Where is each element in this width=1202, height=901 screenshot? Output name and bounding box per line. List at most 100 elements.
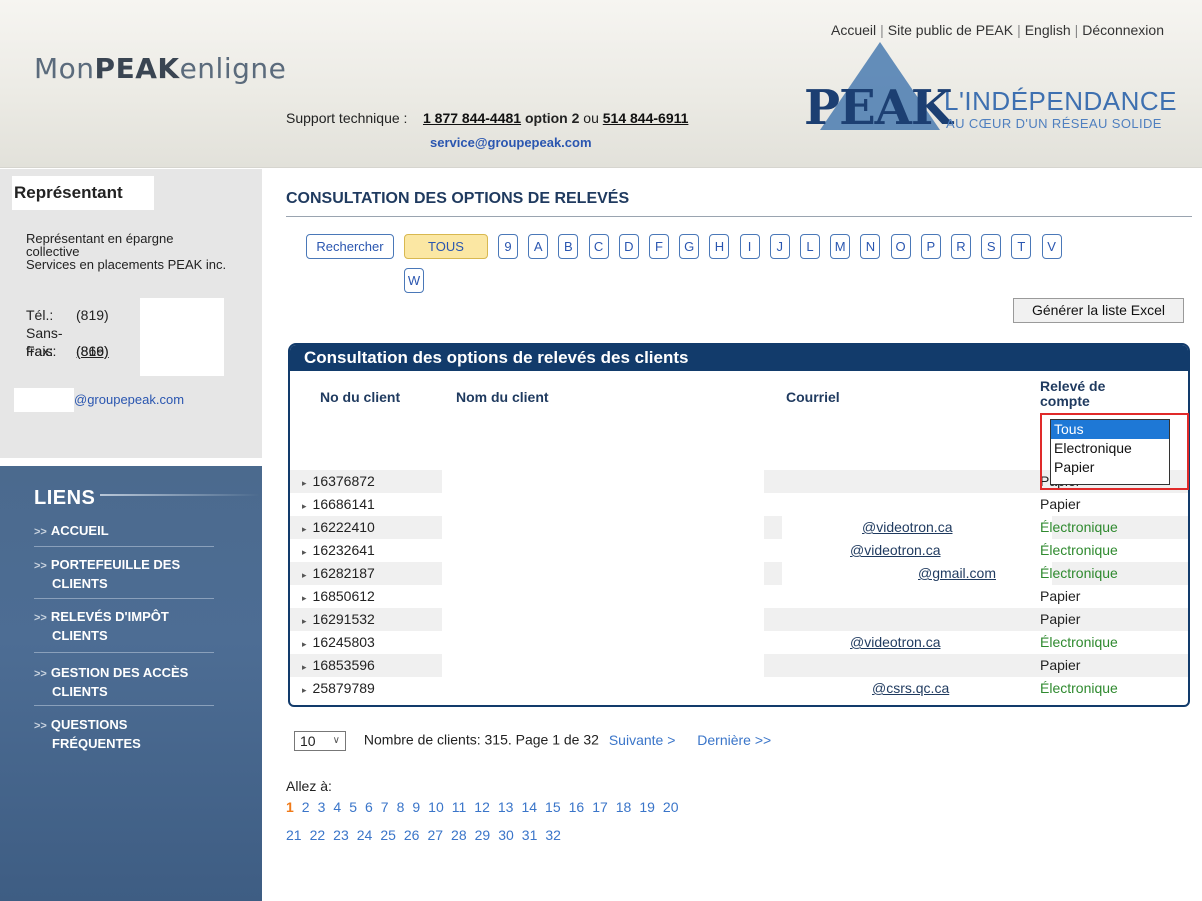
excel-export-button[interactable]: Générer la liste Excel <box>1013 298 1184 323</box>
letter-button-a[interactable]: A <box>528 234 549 259</box>
page-link-30[interactable]: 30 <box>498 827 514 843</box>
letter-button-r[interactable]: R <box>951 234 971 259</box>
nav-releves-impot[interactable]: >> RELEVÉS D'IMPÔT CLIENTS <box>34 608 169 644</box>
client-email-link[interactable]: @videotron.ca <box>862 516 952 539</box>
nav-gestion-acces[interactable]: >> GESTION DES ACCÈS CLIENTS <box>34 664 188 700</box>
client-number[interactable]: ▸ 16376872 <box>302 470 375 495</box>
page-link-9[interactable]: 9 <box>412 799 420 815</box>
expand-icon[interactable]: ▸ <box>302 547 307 557</box>
page-link-28[interactable]: 28 <box>451 827 467 843</box>
page-link-7[interactable]: 7 <box>381 799 389 815</box>
page-link-23[interactable]: 23 <box>333 827 349 843</box>
page-link-18[interactable]: 18 <box>616 799 632 815</box>
page-link-32[interactable]: 32 <box>545 827 561 843</box>
nav-accueil[interactable]: >> ACCUEIL <box>34 522 109 541</box>
letter-button-l[interactable]: L <box>800 234 820 259</box>
page-link-24[interactable]: 24 <box>357 827 373 843</box>
expand-icon[interactable]: ▸ <box>302 524 307 534</box>
client-number[interactable]: ▸ 16222410 <box>302 516 375 541</box>
letter-button-m[interactable]: M <box>830 234 851 259</box>
client-number[interactable]: ▸ 25879789 <box>302 677 375 702</box>
expand-icon[interactable]: ▸ <box>302 616 307 626</box>
letter-button-n[interactable]: N <box>860 234 881 259</box>
nav-questions[interactable]: >> QUESTIONS FRÉQUENTES <box>34 716 141 752</box>
link-deconnexion[interactable]: Déconnexion <box>1082 22 1164 38</box>
page-link-5[interactable]: 5 <box>349 799 357 815</box>
letter-button-9[interactable]: 9 <box>498 234 518 259</box>
support-phone-2[interactable]: 514 844-6911 <box>603 110 689 126</box>
page-link-21[interactable]: 21 <box>286 827 302 843</box>
client-number[interactable]: ▸ 16853596 <box>302 654 375 679</box>
client-number[interactable]: ▸ 16291532 <box>302 608 375 633</box>
page-link-19[interactable]: 19 <box>639 799 655 815</box>
page-link-14[interactable]: 14 <box>521 799 537 815</box>
client-number[interactable]: ▸ 16232641 <box>302 539 375 564</box>
letter-button-d[interactable]: D <box>618 234 639 259</box>
letter-button-t[interactable]: T <box>1011 234 1032 259</box>
page-link-8[interactable]: 8 <box>397 799 405 815</box>
letter-button-g[interactable]: G <box>679 234 700 259</box>
page-link-1[interactable]: 1 <box>286 799 294 815</box>
letter-button-j[interactable]: J <box>769 234 790 259</box>
page-size-select[interactable]: 10 ∨ <box>294 731 346 751</box>
page-link-13[interactable]: 13 <box>498 799 514 815</box>
letter-button-s[interactable]: S <box>981 234 1002 259</box>
page-link-22[interactable]: 22 <box>310 827 326 843</box>
page-link-15[interactable]: 15 <box>545 799 561 815</box>
expand-icon[interactable]: ▸ <box>302 478 307 488</box>
page-link-17[interactable]: 17 <box>592 799 608 815</box>
search-button[interactable]: Rechercher <box>306 234 394 259</box>
client-number[interactable]: ▸ 16282187 <box>302 562 375 587</box>
last-page-link[interactable]: Dernière >> <box>697 732 771 748</box>
expand-icon[interactable]: ▸ <box>302 662 307 672</box>
letter-button-w[interactable]: W <box>404 268 424 293</box>
expand-icon[interactable]: ▸ <box>302 685 307 695</box>
expand-icon[interactable]: ▸ <box>302 501 307 511</box>
table-row[interactable]: ▸ 16850612 Papier <box>290 585 1188 608</box>
page-link-6[interactable]: 6 <box>365 799 373 815</box>
expand-icon[interactable]: ▸ <box>302 593 307 603</box>
rep-email[interactable]: @groupepeak.com <box>74 392 184 407</box>
nav-portefeuille[interactable]: >> PORTEFEUILLE DES CLIENTS <box>34 556 180 592</box>
table-row[interactable]: ▸ 16291532 Papier <box>290 608 1188 631</box>
page-link-12[interactable]: 12 <box>474 799 490 815</box>
page-link-29[interactable]: 29 <box>475 827 491 843</box>
support-email[interactable]: service@groupepeak.com <box>430 135 592 150</box>
letter-button-b[interactable]: B <box>558 234 579 259</box>
page-link-26[interactable]: 26 <box>404 827 420 843</box>
client-email-link[interactable]: @videotron.ca <box>850 631 940 654</box>
link-english[interactable]: English <box>1025 22 1071 38</box>
page-link-10[interactable]: 10 <box>428 799 444 815</box>
page-link-25[interactable]: 25 <box>380 827 396 843</box>
letter-button-c[interactable]: C <box>588 234 609 259</box>
page-link-11[interactable]: 11 <box>452 799 467 815</box>
link-accueil[interactable]: Accueil <box>831 22 876 38</box>
letter-button-f[interactable]: F <box>649 234 669 259</box>
client-number[interactable]: ▸ 16686141 <box>302 493 375 518</box>
site-logo[interactable]: MonPEAKenligne <box>34 52 286 85</box>
client-email-link[interactable]: @videotron.ca <box>850 539 940 562</box>
letter-button-h[interactable]: H <box>709 234 730 259</box>
letter-button-v[interactable]: V <box>1041 234 1062 259</box>
letter-button-p[interactable]: P <box>920 234 941 259</box>
page-link-27[interactable]: 27 <box>427 827 443 843</box>
support-phone-1[interactable]: 1 877 844-4481 <box>423 110 521 126</box>
table-row[interactable]: ▸ 25879789 @csrs.qc.ca Électronique <box>290 677 1188 700</box>
page-link-2[interactable]: 2 <box>302 799 310 815</box>
table-row[interactable]: ▸ 16853596 Papier <box>290 654 1188 677</box>
expand-icon[interactable]: ▸ <box>302 639 307 649</box>
link-site-public[interactable]: Site public de PEAK <box>888 22 1013 38</box>
page-link-4[interactable]: 4 <box>333 799 341 815</box>
client-number[interactable]: ▸ 16850612 <box>302 585 375 610</box>
expand-icon[interactable]: ▸ <box>302 570 307 580</box>
table-row[interactable]: ▸ 16245803 @videotron.ca Électronique <box>290 631 1188 654</box>
letter-button-i[interactable]: I <box>739 234 760 259</box>
all-button[interactable]: TOUS <box>404 234 488 259</box>
table-row[interactable]: ▸ 16686141 Papier <box>290 493 1188 516</box>
client-number[interactable]: ▸ 16245803 <box>302 631 375 656</box>
letter-button-o[interactable]: O <box>890 234 911 259</box>
page-link-3[interactable]: 3 <box>318 799 326 815</box>
table-row[interactable]: ▸ 16222410 @videotron.ca Électronique <box>290 516 1188 539</box>
page-link-31[interactable]: 31 <box>522 827 538 843</box>
next-page-link[interactable]: Suivante > <box>609 732 676 748</box>
